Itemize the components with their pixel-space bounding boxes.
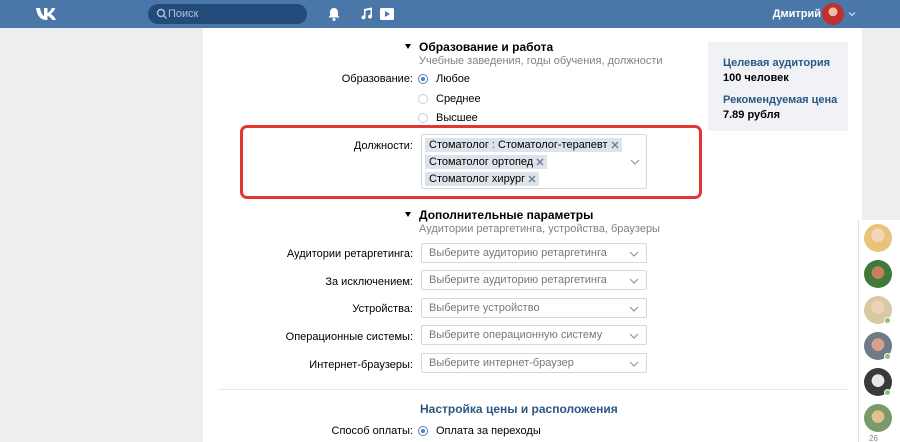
retargeting-label: Аудитории ретаргетинга:: [286, 248, 413, 260]
search-box[interactable]: [148, 4, 307, 24]
price-title: Рекомендуемая цена: [723, 94, 838, 106]
video-icon[interactable]: [379, 6, 395, 22]
browsers-label: Интернет-браузеры:: [309, 359, 413, 371]
education-option-any[interactable]: Любое: [418, 73, 470, 85]
collapse-triangle-icon: [405, 44, 411, 49]
user-name[interactable]: Дмитрий: [773, 8, 821, 20]
audience-info-box: Целевая аудитория 100 человек Рекомендуе…: [708, 42, 848, 131]
online-indicator-icon: [884, 389, 891, 396]
education-section-subtitle: Учебные заведения, годы обучения, должно…: [419, 55, 663, 67]
extra-section-subtitle: Аудитории ретаргетинга, устройства, брау…: [419, 223, 660, 235]
chevron-down-icon: [629, 333, 639, 339]
devices-label: Устройства:: [352, 303, 413, 315]
education-option-higher[interactable]: Высшее: [418, 112, 478, 124]
radio-selected[interactable]: [418, 74, 428, 84]
pricing-section-title: Настройка цены и расположения: [420, 402, 618, 416]
radio[interactable]: [418, 94, 428, 104]
chevron-down-icon: [629, 306, 639, 312]
friend-avatar[interactable]: [864, 224, 892, 252]
user-avatar[interactable]: [822, 3, 844, 25]
extra-section-title[interactable]: Дополнительные параметры: [405, 208, 593, 222]
bell-icon[interactable]: [326, 6, 342, 22]
radio-selected[interactable]: [418, 426, 428, 436]
education-label: Образование:: [341, 73, 413, 85]
exclusion-label: За исключением:: [325, 276, 413, 288]
search-icon: [156, 8, 167, 19]
friend-avatar[interactable]: [864, 404, 892, 432]
collapse-triangle-icon: [405, 212, 411, 217]
positions-highlight-frame: [240, 125, 702, 199]
chevron-down-icon: [629, 278, 639, 284]
chevron-down-icon: [629, 251, 639, 257]
section-divider: [218, 389, 848, 390]
online-indicator-icon: [884, 353, 891, 360]
price-value: 7.89 рубля: [723, 109, 781, 121]
chevron-down-icon[interactable]: [848, 10, 856, 18]
vk-logo-icon[interactable]: [34, 4, 60, 24]
radio[interactable]: [418, 113, 428, 123]
devices-select[interactable]: Выберите устройство: [421, 298, 647, 318]
friend-avatar[interactable]: [864, 260, 892, 288]
audience-value: 100 человек: [723, 72, 789, 84]
online-indicator-icon: [884, 317, 891, 324]
payment-option-clicks[interactable]: Оплата за переходы: [418, 425, 541, 437]
education-option-secondary[interactable]: Среднее: [418, 93, 481, 105]
exclusion-select[interactable]: Выберите аудиторию ретаргетинга: [421, 270, 647, 290]
browsers-select[interactable]: Выберите интернет-браузер: [421, 353, 647, 373]
audience-title: Целевая аудитория: [723, 57, 831, 69]
music-icon[interactable]: [358, 6, 374, 22]
friends-count: 26: [869, 434, 878, 442]
education-section-title[interactable]: Образование и работа: [405, 40, 553, 54]
payment-label: Способ оплаты:: [331, 425, 414, 437]
search-input[interactable]: [168, 4, 300, 24]
chevron-down-icon: [629, 361, 639, 367]
os-select[interactable]: Выберите операционную систему: [421, 325, 647, 345]
friends-online-column: 26: [858, 220, 900, 442]
retargeting-select[interactable]: Выберите аудиторию ретаргетинга: [421, 243, 647, 263]
top-bar: Дмитрий: [0, 0, 900, 28]
os-label: Операционные системы:: [285, 331, 413, 343]
